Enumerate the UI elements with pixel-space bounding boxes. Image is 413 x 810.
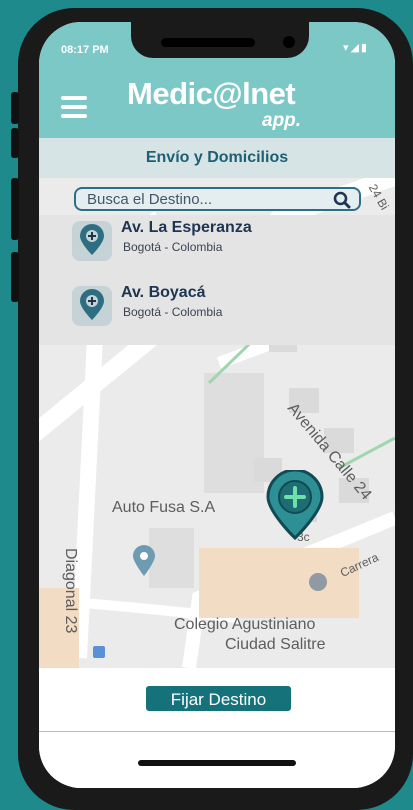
home-indicator[interactable] <box>138 760 296 766</box>
app-logo-sub: app. <box>262 110 302 131</box>
menu-icon[interactable] <box>61 96 87 118</box>
page-title: Envío y Domicilios <box>39 138 395 178</box>
divider <box>39 731 395 732</box>
status-icons: ▾◢▮ <box>342 42 369 54</box>
volume-up-button <box>11 128 19 158</box>
volume-down-button <box>11 178 19 240</box>
app-bar: Medic@lnet app. <box>39 70 395 138</box>
place-marker-icon[interactable] <box>131 544 157 578</box>
app-logo: Medic@lnet <box>127 76 296 111</box>
search-input[interactable]: Busca el Destino... <box>74 187 361 211</box>
map-label-diagonal-23: Diagonal 23 <box>62 548 79 634</box>
result-item-1[interactable]: Av. La Esperanza Bogotá - Colombia <box>39 215 395 277</box>
map-label-auto-fusa: Auto Fusa S.A <box>112 499 216 516</box>
result-item-2[interactable]: Av. Boyacá Bogotá - Colombia <box>39 280 395 342</box>
status-time: 08:17 PM <box>61 44 109 56</box>
result-city: Bogotá - Colombia <box>123 305 223 319</box>
search-results: Av. La Esperanza Bogotá - Colombia Av. B… <box>39 215 395 345</box>
result-pin-box <box>72 221 112 261</box>
fijar-destino-button[interactable]: Fijar Destino <box>145 685 292 712</box>
map-label-colegio-2: Ciudad Salitre <box>225 636 326 653</box>
pin-icon <box>80 289 104 320</box>
result-name: Av. La Esperanza <box>121 219 252 236</box>
pin-icon <box>80 224 104 255</box>
power-button <box>11 252 19 302</box>
map-label-colegio-1: Colegio Agustiniano <box>174 616 316 633</box>
search-icon[interactable] <box>333 191 351 209</box>
speaker <box>161 38 255 47</box>
screen: 08:17 PM ▾◢▮ Medic@lnet app. Envío y Dom… <box>39 22 395 788</box>
bottom-panel: Fijar Destino <box>39 668 395 788</box>
location-pin-icon[interactable] <box>266 470 324 540</box>
camera <box>283 36 295 48</box>
result-name: Av. Boyacá <box>121 284 206 301</box>
result-city: Bogotá - Colombia <box>123 240 223 254</box>
volume-button <box>11 92 19 124</box>
search-placeholder: Busca el Destino... <box>87 191 213 208</box>
result-pin-box <box>72 286 112 326</box>
notch <box>131 22 309 58</box>
